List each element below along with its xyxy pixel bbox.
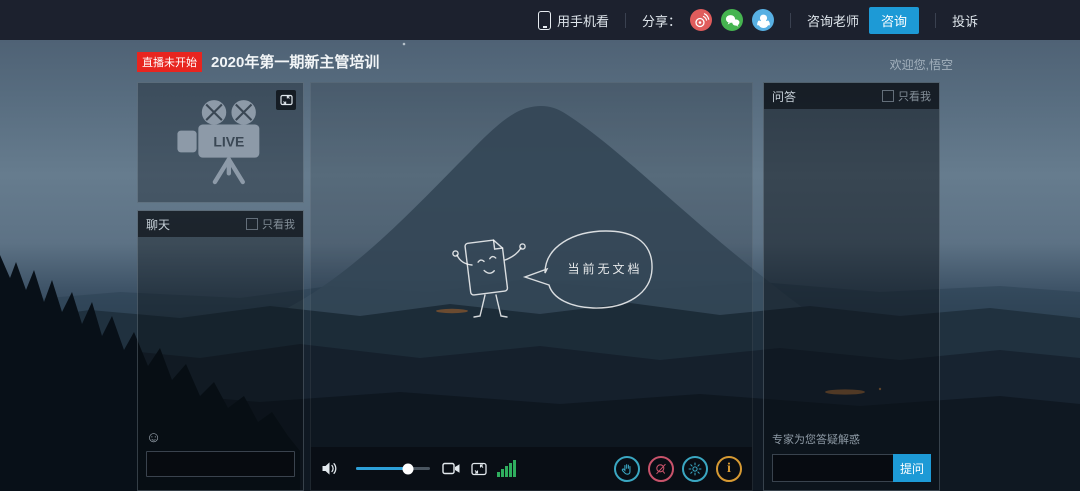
camera-icon[interactable] — [442, 462, 461, 475]
chat-title: 聊天 — [146, 216, 170, 233]
ask-question-button[interactable]: 提问 — [893, 454, 931, 482]
phone-icon — [538, 11, 551, 30]
network-signal-icon — [497, 460, 517, 477]
weibo-glyph — [693, 12, 710, 29]
screen-swap-icon[interactable] — [471, 462, 487, 476]
qa-panel: 问答 只看我 专家为您答疑解惑 提问 — [763, 82, 940, 491]
video-panel: LIVE — [137, 82, 304, 203]
chat-only-me-label: 只看我 — [262, 216, 295, 232]
stage-body: 当前无文档 — [311, 83, 752, 447]
share-weibo-icon[interactable] — [690, 9, 712, 31]
chat-message-list[interactable] — [138, 237, 303, 427]
qa-question-input[interactable] — [772, 454, 893, 482]
divider — [935, 13, 936, 28]
share-label: 分享： — [642, 11, 681, 30]
live-label: LIVE — [213, 133, 244, 149]
page-title: 2020年第一期新主管培训 — [211, 51, 379, 72]
divider — [790, 13, 791, 28]
live-status-badge: 直播未开始 — [137, 52, 202, 72]
volume-knob[interactable] — [402, 463, 413, 474]
qa-message-list[interactable] — [764, 109, 939, 431]
chat-input[interactable] — [146, 451, 295, 477]
qa-icon[interactable] — [648, 456, 674, 482]
topbar: 用手机看 分享： — [0, 0, 1080, 40]
qa-only-me-label: 只看我 — [898, 88, 931, 104]
wechat-glyph — [724, 12, 741, 29]
volume-fill — [356, 467, 408, 470]
chat-only-me-checkbox[interactable] — [246, 218, 258, 230]
qa-footer: 专家为您答疑解惑 提问 — [764, 431, 939, 490]
welcome-user-text: 欢迎您,悟空 — [890, 56, 953, 73]
qa-header: 问答 只看我 — [764, 83, 939, 109]
webcast-app: 用手机看 分享： — [0, 0, 1080, 491]
qa-title: 问答 — [772, 88, 796, 105]
qa-only-me-checkbox[interactable] — [882, 90, 894, 102]
chat-footer: ☺ — [138, 427, 303, 490]
consult-button[interactable]: 咨询 — [869, 7, 919, 34]
volume-track[interactable] — [356, 467, 430, 470]
sun-settings-icon[interactable] — [682, 456, 708, 482]
watch-on-phone-link[interactable]: 用手机看 — [557, 11, 609, 30]
no-document-doodle: 当前无文档 — [441, 211, 661, 331]
no-document-text: 当前无文档 — [557, 260, 653, 277]
info-icon[interactable]: i — [716, 456, 742, 482]
player-control-bar: i — [311, 447, 752, 490]
emoji-icon[interactable]: ☺ — [146, 429, 164, 447]
consult-teacher-label: 咨询老师 — [807, 11, 859, 30]
speaker-icon[interactable] — [321, 461, 338, 476]
main-area: 直播未开始 2020年第一期新主管培训 欢迎您,悟空 — [0, 40, 1080, 491]
qq-glyph — [755, 12, 772, 29]
complaint-link[interactable]: 投诉 — [952, 11, 978, 30]
session-header: 直播未开始 2020年第一期新主管培训 — [137, 51, 379, 72]
chat-header: 聊天 只看我 — [138, 211, 303, 237]
divider — [625, 13, 626, 28]
qa-only-me-toggle[interactable]: 只看我 — [882, 88, 931, 104]
chat-only-me-toggle[interactable]: 只看我 — [246, 216, 295, 232]
document-stage: 当前无文档 — [310, 82, 753, 491]
volume-slider[interactable] — [356, 467, 430, 470]
qa-prompt-label: 专家为您答疑解惑 — [772, 431, 931, 447]
share-wechat-icon[interactable] — [721, 9, 743, 31]
share-qq-icon[interactable] — [752, 9, 774, 31]
raise-hand-icon[interactable] — [614, 456, 640, 482]
live-camera-icon: LIVE — [160, 93, 282, 189]
chat-panel: 聊天 只看我 ☺ — [137, 210, 304, 491]
